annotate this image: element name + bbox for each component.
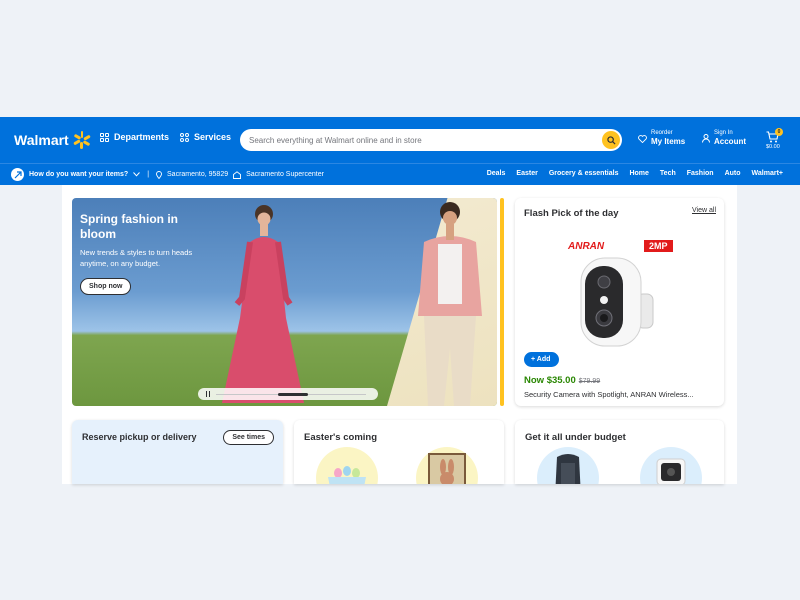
budget-card: Get it all under budget bbox=[515, 420, 724, 484]
heart-icon bbox=[638, 134, 647, 143]
carousel-controls bbox=[198, 388, 378, 400]
hero-banner[interactable]: Spring fashion in bloom New trends & sty… bbox=[72, 198, 497, 406]
easter-card: Easter's coming bbox=[294, 420, 504, 484]
resolution-badge: 2MP bbox=[644, 240, 673, 252]
carousel-indicator[interactable] bbox=[278, 392, 308, 396]
location-pin-icon bbox=[156, 170, 162, 179]
account-label: Account bbox=[714, 137, 746, 146]
smart-camera-image[interactable] bbox=[640, 447, 702, 484]
current-price: Now $35.00 bbox=[524, 375, 576, 386]
hero-accent-bar bbox=[500, 198, 504, 406]
departments-button[interactable]: Departments bbox=[100, 132, 169, 142]
easter-title: Easter's coming bbox=[304, 432, 378, 443]
user-icon bbox=[702, 134, 710, 143]
store-text[interactable]: Sacramento Supercenter bbox=[246, 171, 324, 178]
top-header: Walmart Departments Services Reorder My … bbox=[0, 117, 800, 163]
reserve-pickup-card: Reserve pickup or delivery See times bbox=[72, 420, 283, 484]
view-all-link[interactable]: View all bbox=[692, 207, 716, 214]
account-button[interactable]: Sign In Account bbox=[702, 130, 746, 147]
easter-basket-image[interactable] bbox=[316, 447, 378, 484]
brand-name: ANRAN bbox=[568, 241, 605, 252]
store-icon bbox=[233, 170, 242, 179]
nav-link-easter[interactable]: Easter bbox=[516, 170, 537, 177]
spark-logo-icon bbox=[73, 131, 91, 149]
product-title[interactable]: Security Camera with Spotlight, ANRAN Wi… bbox=[524, 390, 694, 399]
flash-pick-card: Flash Pick of the day View all ANRAN 2MP… bbox=[515, 198, 724, 406]
reserve-title: Reserve pickup or delivery bbox=[82, 432, 197, 442]
was-price: $79.99 bbox=[578, 378, 601, 385]
reorder-label: Reorder bbox=[651, 130, 673, 136]
search-bar bbox=[240, 129, 622, 151]
nav-link-auto[interactable]: Auto bbox=[725, 170, 741, 177]
services-icon bbox=[180, 132, 189, 142]
flash-title: Flash Pick of the day bbox=[524, 208, 619, 219]
delivery-prompt[interactable]: How do you want your items? bbox=[29, 171, 128, 178]
brand-logo: ANRAN bbox=[568, 241, 604, 252]
search-button[interactable] bbox=[602, 131, 620, 149]
see-times-button[interactable]: See times bbox=[223, 430, 274, 445]
bunny-frame-image[interactable] bbox=[416, 447, 478, 484]
nav-link-deals[interactable]: Deals bbox=[487, 170, 506, 177]
hero-subtitle: New trends & styles to turn heads anytim… bbox=[80, 248, 193, 268]
reorder-my-items[interactable]: Reorder My Items bbox=[638, 130, 685, 147]
price: Now $35.00 $79.99 bbox=[524, 375, 600, 386]
nav-links: Deals Easter Grocery & essentials Home T… bbox=[487, 170, 783, 177]
logo-text: Walmart bbox=[14, 132, 69, 148]
services-button[interactable]: Services bbox=[180, 132, 231, 142]
location-text[interactable]: Sacramento, 95829 bbox=[167, 171, 228, 178]
pause-icon[interactable] bbox=[206, 391, 210, 397]
nav-link-grocery[interactable]: Grocery & essentials bbox=[549, 170, 619, 177]
hero-title: Spring fashion in bloom bbox=[80, 212, 178, 241]
services-label: Services bbox=[194, 132, 232, 142]
nav-link-home[interactable]: Home bbox=[629, 170, 648, 177]
walmart-logo[interactable]: Walmart bbox=[14, 131, 91, 149]
my-items-label: My Items bbox=[651, 137, 686, 146]
chevron-down-icon[interactable] bbox=[133, 172, 141, 177]
add-to-cart-button[interactable]: + Add bbox=[524, 352, 560, 367]
departments-label: Departments bbox=[114, 132, 170, 142]
divider: | bbox=[147, 171, 150, 178]
car-seat-image[interactable] bbox=[537, 447, 599, 484]
nav-link-tech[interactable]: Tech bbox=[660, 170, 676, 177]
cart-count-badge: 0 bbox=[775, 128, 783, 136]
search-input[interactable] bbox=[240, 135, 580, 145]
security-camera-image[interactable] bbox=[579, 256, 659, 348]
sub-navigation: How do you want your items? | Sacramento… bbox=[0, 163, 800, 185]
search-icon bbox=[606, 135, 616, 145]
budget-title: Get it all under budget bbox=[525, 432, 626, 443]
grid-icon bbox=[100, 132, 109, 142]
signin-label: Sign In bbox=[714, 130, 733, 136]
add-label: Add bbox=[536, 356, 551, 363]
cart-total: $0.00 bbox=[766, 144, 780, 150]
delivery-icon bbox=[11, 168, 24, 181]
nav-link-walmart-plus[interactable]: Walmart+ bbox=[752, 170, 783, 177]
main-content: Spring fashion in bloom New trends & sty… bbox=[62, 185, 737, 484]
nav-link-fashion[interactable]: Fashion bbox=[687, 170, 714, 177]
shop-now-button[interactable]: Shop now bbox=[80, 278, 132, 295]
